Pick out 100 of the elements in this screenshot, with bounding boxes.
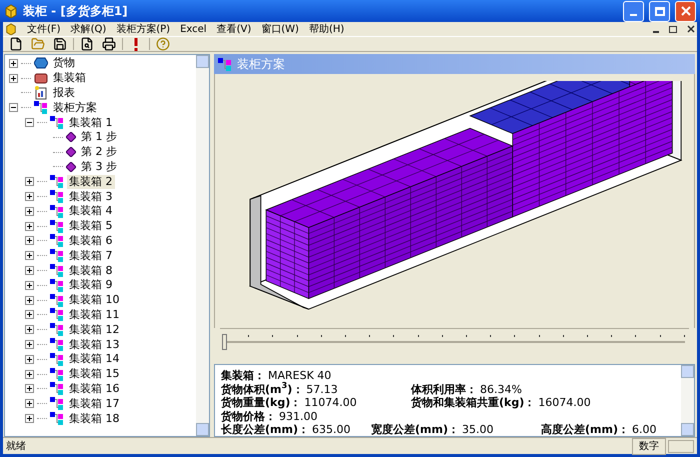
tree-item[interactable]: 集装箱 8 — [67, 264, 114, 278]
tree-item[interactable]: 集装箱 14 — [67, 352, 122, 366]
tree-item[interactable]: 装柜方案 — [51, 100, 99, 115]
diamond-icon — [66, 162, 76, 172]
tree-item[interactable]: 集装箱 13 — [67, 338, 122, 352]
diamond-icon — [66, 132, 76, 142]
minimize-icon[interactable] — [653, 30, 659, 32]
scrollbar[interactable] — [196, 55, 209, 436]
info-field: 货物价格： 931.00 — [221, 410, 371, 423]
menu-item[interactable]: 查看(V) — [216, 22, 252, 36]
menu-item[interactable]: 求解(Q) — [70, 22, 106, 36]
expand-icon[interactable] — [25, 384, 34, 394]
expand-icon[interactable] — [25, 399, 34, 408]
restore-icon[interactable] — [669, 26, 677, 32]
tree-item[interactable]: 集装箱 7 — [67, 248, 114, 263]
tree-item[interactable]: 集装箱 10 — [67, 293, 122, 308]
menu-item[interactable]: 窗口(W) — [261, 22, 299, 36]
tree-item[interactable]: 集装箱 11 — [67, 308, 122, 322]
expand-icon[interactable] — [25, 354, 34, 364]
squares-icon — [50, 338, 64, 352]
expand-icon[interactable] — [25, 192, 34, 202]
scrollbar[interactable] — [681, 365, 694, 436]
expand-icon[interactable] — [25, 236, 34, 246]
squares-icon — [50, 264, 64, 278]
menu-item[interactable]: Excel — [180, 22, 207, 36]
expand-icon[interactable] — [25, 280, 34, 290]
collapse-icon[interactable] — [9, 103, 18, 112]
info-field: 宽度公差(mm)： 35.00 — [371, 423, 541, 436]
status-panel — [668, 440, 694, 452]
info-field: 长度公差(mm)： 635.00 — [221, 423, 371, 436]
info-field: 集装箱： MARESK 40 — [221, 369, 371, 382]
menu-item[interactable]: 装柜方案(P) — [116, 22, 170, 36]
tree-item[interactable]: 集装箱 9 — [67, 278, 114, 292]
expand-icon[interactable] — [9, 74, 18, 83]
tree-item[interactable]: 集装箱 3 — [67, 190, 114, 204]
info-field: 货物和集装箱共重(kg)： 16074.00 — [411, 396, 675, 410]
tree-item[interactable]: 报表 — [51, 86, 77, 100]
tree-item[interactable]: 第 3 步 — [79, 160, 119, 174]
status-indicator: 数字 — [632, 438, 666, 454]
crate-icon — [34, 72, 48, 84]
tree-item[interactable]: 集装箱 18 — [67, 412, 122, 426]
menu-item[interactable]: 帮助(H) — [308, 22, 344, 36]
report-icon — [34, 86, 48, 100]
expand-icon[interactable] — [25, 325, 34, 334]
close-icon[interactable] — [687, 25, 695, 33]
squares-icon — [34, 101, 48, 114]
tree-item[interactable]: 集装箱 16 — [67, 382, 122, 396]
slider-thumb[interactable] — [222, 334, 227, 350]
squares-icon — [50, 116, 64, 130]
squares-icon — [50, 175, 64, 188]
expand-icon[interactable] — [25, 206, 34, 216]
squares-icon — [218, 58, 232, 70]
tree-item[interactable]: 集装箱 15 — [67, 367, 122, 382]
tree-item[interactable]: 集装箱 — [51, 71, 88, 86]
expand-icon[interactable] — [25, 310, 34, 320]
squares-icon — [50, 323, 64, 336]
exclamation-icon[interactable] — [133, 38, 139, 50]
expand-icon[interactable] — [25, 266, 34, 276]
squares-icon — [50, 249, 64, 262]
expand-icon[interactable] — [25, 414, 34, 424]
collapse-icon[interactable] — [25, 118, 34, 128]
view-title: 装柜方案 — [237, 56, 285, 73]
window-title: 装柜 - [多货多柜1] — [23, 3, 128, 20]
minimize-button[interactable] — [623, 0, 644, 22]
info-field: 货物重量(kg)： 11074.00 — [221, 396, 371, 410]
tree-item[interactable]: 集装箱 6 — [67, 234, 114, 248]
tree-item[interactable]: 第 2 步 — [79, 145, 119, 160]
status-text: 就绪 — [6, 440, 27, 454]
close-button[interactable] — [675, 0, 696, 22]
tree-item[interactable]: 第 1 步 — [79, 130, 119, 144]
tree-item[interactable]: 集装箱 12 — [67, 322, 122, 337]
tree-item[interactable]: 集装箱 5 — [67, 219, 114, 234]
squares-icon — [50, 397, 64, 410]
squares-icon — [50, 412, 64, 426]
menu-item[interactable]: 文件(F) — [27, 22, 61, 36]
diamond-icon — [66, 147, 76, 158]
maximize-icon — [654, 6, 664, 16]
expand-icon[interactable] — [25, 296, 34, 305]
tree-item[interactable]: 集装箱 17 — [67, 396, 122, 411]
squares-icon — [50, 368, 64, 381]
squares-icon — [50, 352, 64, 366]
maximize-button[interactable] — [649, 0, 670, 22]
info-field: 货物体积(m$^{3}$)： 57.13 — [221, 382, 371, 396]
tree-item[interactable]: 集装箱 2 — [67, 174, 114, 189]
squares-icon — [50, 190, 64, 204]
tree-item[interactable]: 集装箱 1 — [67, 116, 114, 130]
expand-icon[interactable] — [25, 251, 34, 260]
tree-item[interactable]: 集装箱 4 — [67, 204, 114, 218]
expand-icon[interactable] — [25, 177, 34, 186]
minimize-icon — [630, 14, 637, 16]
expand-icon[interactable] — [25, 222, 34, 231]
squares-icon — [50, 234, 64, 248]
expand-icon[interactable] — [9, 58, 18, 68]
squares-icon — [50, 294, 64, 307]
tree-item[interactable]: 货物 — [51, 56, 77, 70]
info-field: 体积利用率： 86.34% — [411, 382, 675, 396]
info-field: 高度公差(mm)： 6.00 — [541, 423, 675, 436]
expand-icon[interactable] — [25, 370, 34, 379]
squares-icon — [50, 382, 64, 396]
expand-icon[interactable] — [25, 340, 34, 350]
